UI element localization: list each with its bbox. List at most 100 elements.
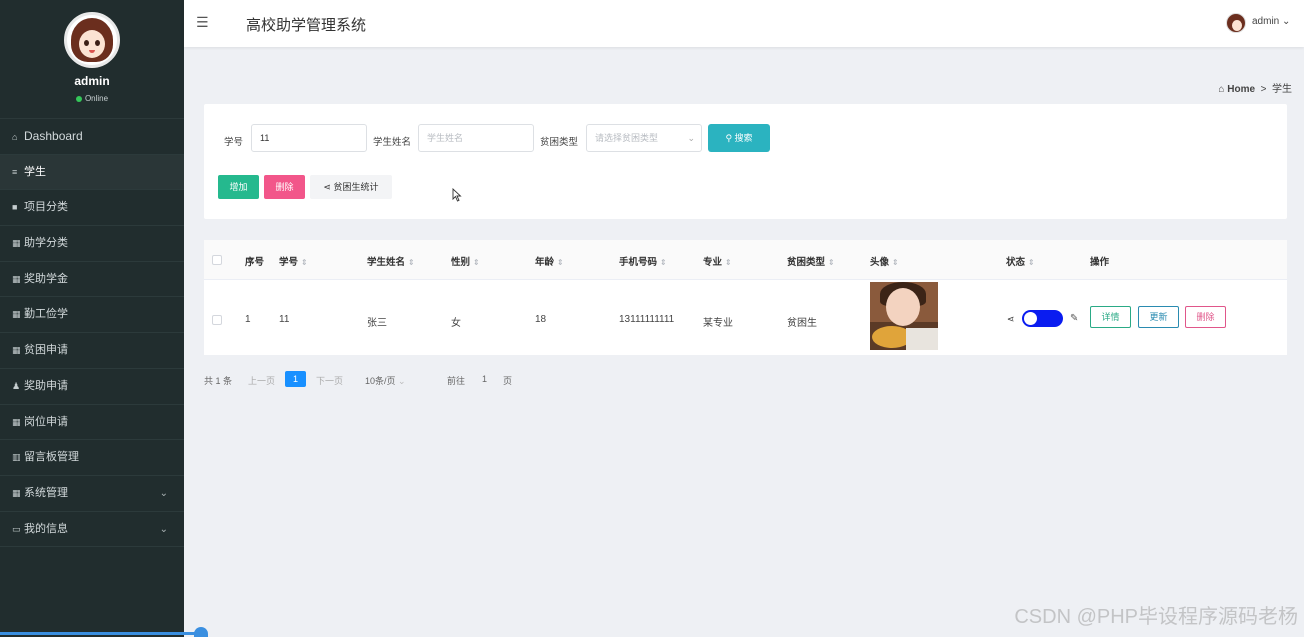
top-header: ☰ 高校助学管理系统 admin ⌄ xyxy=(184,0,1304,47)
row-delete-button[interactable]: 删除 xyxy=(1185,306,1226,328)
pagination-total: 共 1 条 xyxy=(204,376,233,386)
sidebar-item-label: 我的信息 xyxy=(24,522,68,535)
watermark: CSDN @PHP毕设程序源码老杨 xyxy=(1014,606,1298,628)
column-phone[interactable]: 手机号码 ⇕ xyxy=(619,254,667,268)
update-button[interactable]: 更新 xyxy=(1138,306,1179,328)
card-icon: ▭ xyxy=(12,523,21,534)
sidebar-item-label: 项目分类 xyxy=(24,201,68,214)
sidebar-item-label: 系统管理 xyxy=(24,486,68,499)
table-header: 序号 学号 ⇕ 学生姓名 ⇕ 性别 ⇕ 年龄 ⇕ 手机号码 ⇕ 专业 ⇕ 贫困类型 ⇕ 头像 ⇕… xyxy=(204,240,1287,280)
sidebar-item-work-study[interactable]: ▦ 勤工俭学 xyxy=(0,297,184,334)
goto-page-input[interactable]: 1 xyxy=(482,374,487,384)
app-title: 高校助学管理系统 xyxy=(246,17,367,34)
pagination-prev[interactable]: 上一页 xyxy=(248,374,275,387)
search-button[interactable]: ⚲ 搜索 xyxy=(708,124,770,152)
breadcrumb-home[interactable]: Home xyxy=(1227,84,1255,95)
detail-button[interactable]: 详情 xyxy=(1090,306,1131,328)
cell-gender: 女 xyxy=(451,318,461,329)
cell-major: 某专业 xyxy=(703,318,733,329)
home-icon: ⌂ xyxy=(1218,84,1225,95)
sidebar-item-poverty-apply[interactable]: ▦ 贫困申请 xyxy=(0,333,184,369)
sidebar-item-aid-category[interactable]: ▦ 助学分类 xyxy=(0,226,184,262)
column-name[interactable]: 学生姓名 ⇕ xyxy=(367,254,415,268)
cell-poverty-type: 贫困生 xyxy=(787,318,817,329)
breadcrumb-separator: > xyxy=(1260,84,1267,95)
sidebar-item-scholarship[interactable]: ▦ 奖助学金 xyxy=(0,262,184,298)
sort-icon: ⇕ xyxy=(473,258,480,267)
tag-icon: ■ xyxy=(12,202,18,213)
goto-page-unit: 页 xyxy=(503,376,513,386)
column-major[interactable]: 专业 ⇕ xyxy=(703,254,732,268)
page-progress-bar xyxy=(0,632,200,635)
select-all-checkbox[interactable] xyxy=(212,255,222,265)
sidebar-item-label: 奖助申请 xyxy=(24,379,68,392)
avatar xyxy=(64,12,120,68)
cell-age: 18 xyxy=(535,314,547,325)
cell-student-no: 11 xyxy=(279,314,290,325)
student-no-label: 学号 xyxy=(224,137,244,148)
profile-name: admin xyxy=(74,74,110,88)
poverty-stats-button[interactable]: ⋖ 贫困生统计 xyxy=(310,175,392,199)
sidebar-item-label: 奖助学金 xyxy=(24,272,68,285)
sidebar-item-job-apply[interactable]: ▦ 岗位申请 xyxy=(0,405,184,441)
sidebar-item-dashboard[interactable]: ⌂ Dashboard xyxy=(0,119,184,155)
sidebar-item-system[interactable]: ▦ 系统管理 ⌄ xyxy=(0,476,184,512)
poverty-type-select[interactable]: 请选择贫困类型 ⌄ xyxy=(586,124,702,152)
toggle-knob xyxy=(1024,312,1037,325)
sort-icon: ⇕ xyxy=(408,258,415,267)
column-status[interactable]: 状态 ⇕ xyxy=(1006,254,1035,268)
column-age[interactable]: 年龄 ⇕ xyxy=(535,254,564,268)
user-avatar[interactable] xyxy=(1226,13,1246,33)
cell-index: 1 xyxy=(245,314,251,325)
grid-icon: ▦ xyxy=(12,345,21,356)
sidebar-item-label: 贫困申请 xyxy=(24,344,68,357)
student-photo[interactable] xyxy=(870,282,938,350)
poverty-type-placeholder: 请选择贫困类型 xyxy=(595,133,659,143)
chevron-down-icon: ⌄ xyxy=(159,487,168,499)
chevron-down-icon: ⌄ xyxy=(1282,16,1291,27)
home-icon: ⌂ xyxy=(12,132,18,142)
sidebar-item-label: Dashboard xyxy=(24,129,83,143)
share-icon: ⋖ xyxy=(1007,314,1015,324)
profile-status: Online xyxy=(0,94,184,103)
sidebar-item-student[interactable]: ≡ 学生 xyxy=(0,154,184,191)
search-panel: 学号 11 学生姓名 学生姓名 贫困类型 请选择贫困类型 ⌄ ⚲ 搜索 增加 删… xyxy=(204,104,1287,219)
page-size-select[interactable]: 10条/页 ⌄ xyxy=(365,374,406,387)
sidebar: admin Online ⌂ Dashboard ≡ 学生 ■ 项目分类 ▦ 助学分类 … xyxy=(0,0,200,637)
cell-phone: 13111111111 xyxy=(619,314,675,325)
status-toggle[interactable] xyxy=(1022,310,1063,327)
grid-icon: ▦ xyxy=(12,416,21,427)
grid-icon: ▦ xyxy=(12,273,21,284)
goto-label: 前往 xyxy=(447,376,466,386)
bar-chart-icon: ▥ xyxy=(12,452,21,463)
sidebar-item-label: 留言板管理 xyxy=(24,451,79,464)
sidebar-item-project-category[interactable]: ■ 项目分类 xyxy=(0,190,184,227)
sidebar-item-message-board[interactable]: ▥ 留言板管理 xyxy=(0,440,184,476)
column-gender[interactable]: 性别 ⇕ xyxy=(451,254,480,268)
column-photo[interactable]: 头像 ⇕ xyxy=(870,254,899,268)
column-poverty-type[interactable]: 贫困类型 ⇕ xyxy=(787,254,835,268)
row-checkbox[interactable] xyxy=(212,315,222,325)
sidebar-item-my-info[interactable]: ▭ 我的信息 ⌄ xyxy=(0,512,184,548)
progress-knob xyxy=(194,627,208,637)
sidebar-item-label: 勤工俭学 xyxy=(24,308,68,321)
sidebar-item-label: 岗位申请 xyxy=(24,415,68,428)
add-button[interactable]: 增加 xyxy=(218,175,259,199)
pagination-page-current[interactable]: 1 xyxy=(285,371,306,387)
student-name-input[interactable]: 学生姓名 xyxy=(418,124,534,152)
pagination-next[interactable]: 下一页 xyxy=(316,374,343,387)
breadcrumb-current: 学生 xyxy=(1272,84,1292,95)
student-no-input[interactable]: 11 xyxy=(251,124,367,152)
sort-icon: ⇕ xyxy=(828,258,835,267)
chevron-down-icon: ⌄ xyxy=(687,133,695,143)
share-icon: ⋖ xyxy=(323,182,331,192)
batch-delete-button[interactable]: 删除 xyxy=(264,175,305,199)
user-menu[interactable]: admin ⌄ xyxy=(1252,16,1290,27)
sidebar-item-aid-apply[interactable]: ♟ 奖助申请 xyxy=(0,369,184,405)
search-icon: ⚲ xyxy=(725,133,733,143)
sort-icon: ⇕ xyxy=(557,258,564,267)
menu-toggle-icon[interactable]: ☰ xyxy=(196,14,209,31)
chevron-down-icon: ⌄ xyxy=(398,376,406,386)
column-student-no[interactable]: 学号 ⇕ xyxy=(279,254,308,268)
grid-icon: ▦ xyxy=(12,238,21,249)
